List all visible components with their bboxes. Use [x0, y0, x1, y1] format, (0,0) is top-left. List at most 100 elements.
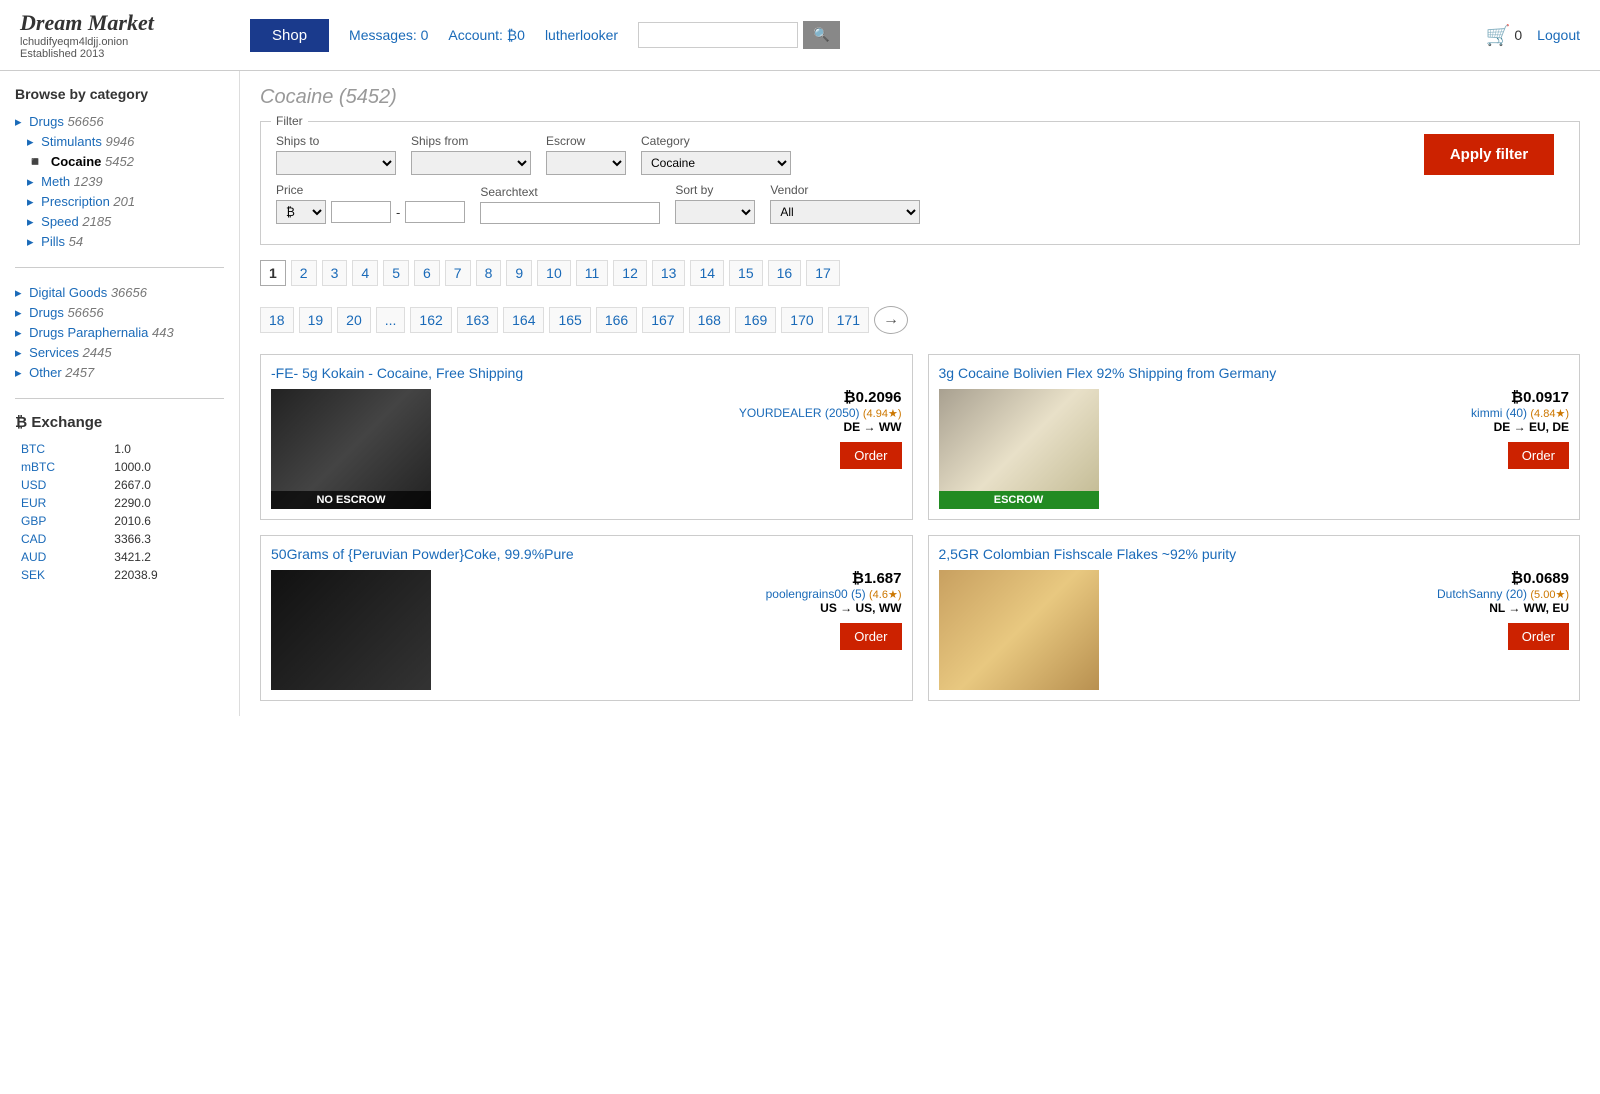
sidebar-link-prescription[interactable]: Prescription 201: [41, 194, 135, 209]
order-button-1[interactable]: Order: [840, 442, 901, 469]
sidebar-item-stimulants[interactable]: ▸ Stimulants 9946: [15, 132, 224, 152]
page-link-17[interactable]: 17: [806, 260, 840, 286]
sidebar-link-services[interactable]: Services 2445: [29, 345, 111, 360]
page-link-164[interactable]: 164: [503, 307, 544, 333]
vendor-link-4[interactable]: DutchSanny (20): [1437, 587, 1527, 601]
sidebar-item-drugs2[interactable]: ▸ Drugs 56656: [15, 303, 224, 323]
ships-to-select[interactable]: [276, 151, 396, 175]
page-link-3[interactable]: 3: [322, 260, 348, 286]
page-link-1[interactable]: 1: [260, 260, 286, 286]
product-title-2[interactable]: 3g Cocaine Bolivien Flex 92% Shipping fr…: [939, 365, 1570, 381]
vendor-link-2[interactable]: kimmi (40): [1471, 406, 1527, 420]
page-link-2[interactable]: 2: [291, 260, 317, 286]
username-link[interactable]: lutherlooker: [545, 27, 618, 43]
product-title-4[interactable]: 2,5GR Colombian Fishscale Flakes ~92% pu…: [939, 546, 1570, 562]
page-link-5[interactable]: 5: [383, 260, 409, 286]
logout-link[interactable]: Logout: [1537, 27, 1580, 43]
page-link-171[interactable]: 171: [828, 307, 869, 333]
page-link-12[interactable]: 12: [613, 260, 647, 286]
vendor-select[interactable]: All: [770, 200, 920, 224]
page-link-4[interactable]: 4: [352, 260, 378, 286]
vendor-link-1[interactable]: YOURDEALER (2050): [739, 406, 860, 420]
page-link-168[interactable]: 168: [689, 307, 730, 333]
page-link-163[interactable]: 163: [457, 307, 498, 333]
page-link-6[interactable]: 6: [414, 260, 440, 286]
page-link-9[interactable]: 9: [506, 260, 532, 286]
apply-filter-button[interactable]: Apply filter: [1424, 134, 1554, 175]
page-next-button[interactable]: →: [874, 306, 908, 334]
sidebar-item-cocaine[interactable]: ◾ Cocaine 5452: [15, 152, 224, 172]
sidebar-link-stimulants[interactable]: Stimulants 9946: [41, 134, 134, 149]
sidebar-item-services[interactable]: ▸ Services 2445: [15, 343, 224, 363]
page-link-20[interactable]: 20: [337, 307, 371, 333]
category-select[interactable]: Cocaine: [641, 151, 791, 175]
sidebar-link-drugs[interactable]: Drugs 56656: [29, 114, 103, 129]
product-link-2[interactable]: 3g Cocaine Bolivien Flex 92% Shipping fr…: [939, 365, 1277, 381]
site-domain: lchudifyeqm4ldjj.onion: [20, 36, 220, 48]
page-link-170[interactable]: 170: [781, 307, 822, 333]
sidebar-link-meth[interactable]: Meth 1239: [41, 174, 102, 189]
page-link-18[interactable]: 18: [260, 307, 294, 333]
order-button-3[interactable]: Order: [840, 623, 901, 650]
sidebar-item-drugs[interactable]: ▸ Drugs 56656: [15, 112, 224, 132]
sidebar-link-paraphernalia[interactable]: Drugs Paraphernalia 443: [29, 325, 174, 340]
header-right: 🛒 0 Logout: [1485, 23, 1580, 48]
sort-by-select[interactable]: [675, 200, 755, 224]
exchange-table: BTC 1.0 mBTC 1000.0 USD 2667.0 EUR 2290.…: [15, 439, 224, 585]
account-link[interactable]: Account: ₿0: [448, 27, 525, 43]
page-link-169[interactable]: 169: [735, 307, 776, 333]
page-link-7[interactable]: 7: [445, 260, 471, 286]
price-currency-select[interactable]: ₿: [276, 200, 326, 224]
sidebar-item-speed[interactable]: ▸ Speed 2185: [15, 212, 224, 232]
product-vendor-4: DutchSanny (20) (5.00★): [1109, 587, 1570, 601]
sidebar-item-pills[interactable]: ▸ Pills 54: [15, 232, 224, 252]
searchtext-input[interactable]: [480, 202, 660, 224]
page-link-8[interactable]: 8: [476, 260, 502, 286]
currency-sek: SEK: [17, 567, 108, 583]
sidebar-item-digital[interactable]: ▸ Digital Goods 36656: [15, 283, 224, 303]
product-card-3: 50Grams of {Peruvian Powder}Coke, 99.9%P…: [260, 535, 913, 701]
sidebar-link-digital[interactable]: Digital Goods 36656: [29, 285, 147, 300]
messages-link[interactable]: Messages: 0: [349, 27, 428, 43]
page-link-11[interactable]: 11: [576, 260, 609, 286]
search-button[interactable]: 🔍: [803, 21, 840, 49]
filter-group-sortby: Sort by: [675, 183, 755, 224]
sidebar-link-other[interactable]: Other 2457: [29, 365, 94, 380]
product-link-3[interactable]: 50Grams of {Peruvian Powder}Coke, 99.9%P…: [271, 546, 574, 562]
sidebar-link-pills[interactable]: Pills 54: [41, 234, 83, 249]
product-vendor-3: poolengrains00 (5) (4.6★): [441, 587, 902, 601]
page-link-19[interactable]: 19: [299, 307, 333, 333]
ships-from-select[interactable]: [411, 151, 531, 175]
product-title-1[interactable]: -FE- 5g Kokain - Cocaine, Free Shipping: [271, 365, 902, 381]
order-button-4[interactable]: Order: [1508, 623, 1569, 650]
shop-button[interactable]: Shop: [250, 19, 329, 52]
page-link-13[interactable]: 13: [652, 260, 686, 286]
sidebar-item-paraphernalia[interactable]: ▸ Drugs Paraphernalia 443: [15, 323, 224, 343]
page-link-167[interactable]: 167: [642, 307, 683, 333]
sidebar-item-other[interactable]: ▸ Other 2457: [15, 363, 224, 383]
page-link-16[interactable]: 16: [768, 260, 802, 286]
sidebar-link-drugs2[interactable]: Drugs 56656: [29, 305, 103, 320]
sidebar-item-prescription[interactable]: ▸ Prescription 201: [15, 192, 224, 212]
price-min-input[interactable]: [331, 201, 391, 223]
vendor-link-3[interactable]: poolengrains00 (5): [766, 587, 866, 601]
page-link-162[interactable]: 162: [410, 307, 451, 333]
sidebar-link-cocaine[interactable]: Cocaine 5452: [51, 154, 134, 169]
page-link-14[interactable]: 14: [690, 260, 724, 286]
sidebar-item-meth[interactable]: ▸ Meth 1239: [15, 172, 224, 192]
price-max-input[interactable]: [405, 201, 465, 223]
product-link-1[interactable]: -FE- 5g Kokain - Cocaine, Free Shipping: [271, 365, 523, 381]
search-input[interactable]: [638, 22, 798, 48]
order-button-2[interactable]: Order: [1508, 442, 1569, 469]
product-title-3[interactable]: 50Grams of {Peruvian Powder}Coke, 99.9%P…: [271, 546, 902, 562]
page-link-10[interactable]: 10: [537, 260, 571, 286]
filter-row-1: Ships to Ships from Escrow: [276, 134, 1424, 175]
escrow-select[interactable]: [546, 151, 626, 175]
sidebar-link-speed[interactable]: Speed 2185: [41, 214, 111, 229]
page-link-15[interactable]: 15: [729, 260, 763, 286]
page-link-166[interactable]: 166: [596, 307, 637, 333]
product-vendor-2: kimmi (40) (4.84★): [1109, 406, 1570, 420]
product-link-4[interactable]: 2,5GR Colombian Fishscale Flakes ~92% pu…: [939, 546, 1237, 562]
filter-group-price: Price ₿ -: [276, 183, 465, 224]
page-link-165[interactable]: 165: [549, 307, 590, 333]
